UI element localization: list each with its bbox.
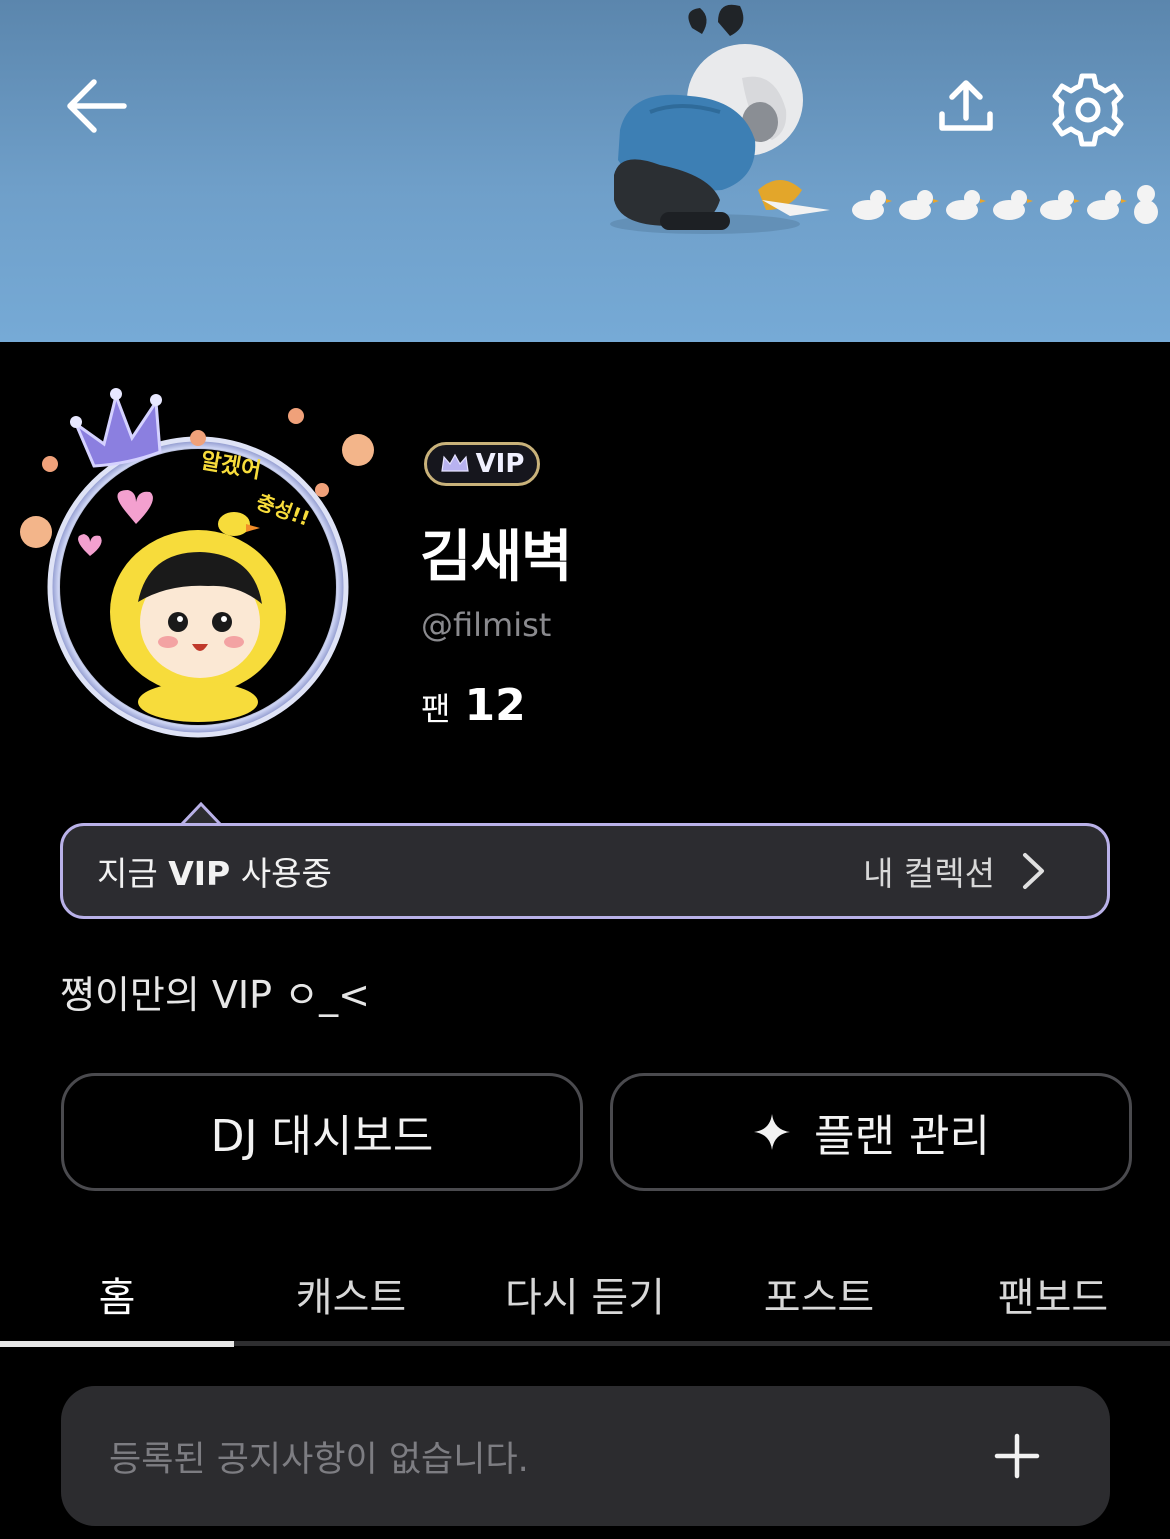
arrow-left-icon <box>67 79 127 133</box>
fan-count-value: 12 <box>464 680 526 731</box>
notice-card: 등록된 공지사항이 없습니다. <box>61 1386 1110 1526</box>
notice-empty-text: 등록된 공지사항이 없습니다. <box>109 1439 529 1480</box>
profile-banner <box>0 0 1170 342</box>
back-button[interactable] <box>58 70 134 146</box>
tab-cast[interactable]: 캐스트 <box>234 1248 468 1340</box>
profile-name: 김새벽 <box>420 525 573 590</box>
vip-status-bar[interactable]: 지금 VIP 사용중 내 컬렉션 <box>60 823 1110 919</box>
share-button[interactable] <box>928 72 1004 148</box>
my-collection-label: 내 컬렉션 <box>863 854 995 893</box>
profile-avatar[interactable]: 알겠어 충성!! <box>8 372 388 742</box>
chevron-right-icon <box>1023 853 1044 889</box>
profile-handle: @filmist <box>421 606 552 644</box>
tab-replay[interactable]: 다시 듣기 <box>468 1248 702 1340</box>
plan-manage-label: 플랜 관리 <box>814 1111 990 1162</box>
active-tab-indicator <box>0 1341 234 1347</box>
tab-home[interactable]: 홈 <box>0 1248 234 1340</box>
profile-bio: 쪙이만의 VIP ㅇ_< <box>60 973 370 1017</box>
add-notice-button[interactable] <box>994 1433 1040 1479</box>
fan-count-label: 팬 <box>421 690 451 728</box>
my-collection-link[interactable]: 내 컬렉션 <box>863 847 1047 895</box>
dj-dashboard-button[interactable]: DJ 대시보드 <box>61 1073 583 1191</box>
settings-button[interactable] <box>1046 68 1130 152</box>
tab-post[interactable]: 포스트 <box>702 1248 936 1340</box>
profile-tabs: 홈 캐스트 다시 듣기 포스트 팬보드 <box>0 1248 1170 1348</box>
tab-fanboard[interactable]: 팬보드 <box>936 1248 1170 1340</box>
crown-icon <box>440 453 469 472</box>
vip-status-text: 지금 VIP 사용중 <box>97 854 332 893</box>
fan-count[interactable]: 팬 12 <box>421 680 526 731</box>
upload-icon <box>939 80 993 131</box>
vip-badge: VIP <box>424 442 540 486</box>
gear-icon <box>1052 73 1124 147</box>
vip-badge-label: VIP <box>475 449 525 479</box>
sparkle-icon <box>754 1114 791 1150</box>
plan-manage-button[interactable]: 플랜 관리 <box>610 1073 1132 1191</box>
dj-dashboard-label: DJ 대시보드 <box>210 1111 434 1162</box>
